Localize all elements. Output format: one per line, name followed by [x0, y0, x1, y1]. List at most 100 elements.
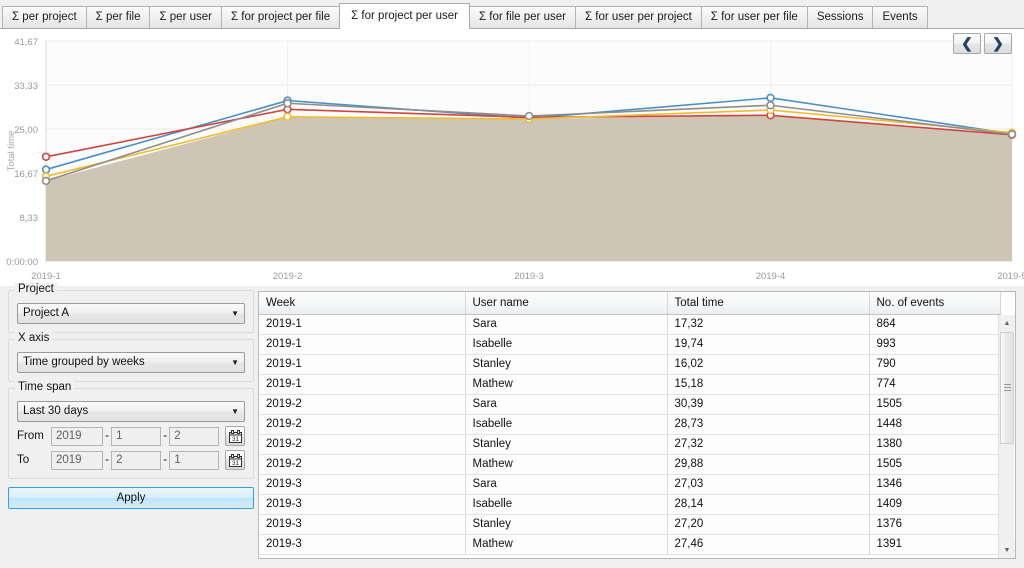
data-point[interactable] [283, 99, 292, 108]
chart-prev-button[interactable]: ❮ [953, 33, 981, 54]
data-point[interactable] [41, 165, 51, 174]
chevron-right-icon: ❯ [992, 35, 1004, 51]
total-time-line-chart[interactable]: 41,67 33,33 25,00 16,67 8,33 0:00:00 2019-1 201… [0, 29, 1024, 286]
cell: 2019-1 [259, 314, 466, 335]
apply-button-label: Apply [116, 492, 146, 504]
table-body: 2019-1 Sara 17,32 864 2019-1 Isabelle 19,74 993… [259, 314, 1001, 555]
date-separator: - [163, 430, 168, 442]
table-row[interactable]: 2019-1 Sara 17,32 864 [259, 314, 1001, 335]
cell: 30,39 [667, 394, 870, 415]
tab-label: Σ for project per file [230, 11, 331, 23]
to-calendar-button[interactable]: 31 [225, 450, 245, 470]
chevron-down-icon: ▼ [231, 309, 239, 318]
xaxis-select[interactable]: Time grouped by weeks ▼ [17, 352, 245, 373]
cell: 19,74 [667, 334, 870, 355]
data-point[interactable] [41, 152, 51, 161]
svg-text:31: 31 [232, 461, 239, 467]
table-row[interactable]: 2019-2 Mathew 29,88 1505 [259, 454, 1001, 475]
y-axis-tick-label: 16,67 [14, 169, 38, 180]
apply-button[interactable]: Apply [8, 487, 254, 509]
cell: 1380 [869, 434, 1001, 455]
from-calendar-button[interactable]: 31 [225, 426, 245, 446]
data-point[interactable] [41, 176, 51, 186]
table-row[interactable]: 2019-2 Stanley 27,32 1380 [259, 434, 1001, 455]
from-label: From [17, 430, 44, 442]
scroll-up-button[interactable]: ▲ [999, 315, 1015, 331]
project-legend: Project [15, 283, 57, 295]
timespan-legend: Time span [15, 381, 75, 393]
cell: 16,02 [667, 354, 870, 375]
from-day-input[interactable] [169, 426, 220, 446]
table-header-row: Week User name Total time No. of events [259, 292, 1001, 315]
cell: Mathew [465, 374, 668, 395]
cell: 2019-1 [259, 354, 466, 375]
column-header-2[interactable]: Total time [667, 292, 870, 315]
cell: Sara [465, 474, 668, 495]
column-header-0[interactable]: Week [259, 292, 466, 315]
x-axis-tick-label: 2019-4 [756, 271, 786, 282]
tab-6[interactable]: Σ for user per project [574, 6, 702, 28]
column-header-3[interactable]: No. of events [869, 292, 1001, 315]
column-header-1[interactable]: User name [465, 292, 668, 315]
tab-5[interactable]: Σ for file per user [468, 6, 576, 28]
date-separator: - [105, 430, 109, 442]
x-axis-tick-label: 2019-3 [514, 271, 544, 282]
tab-bar: Σ per project Σ per file Σ per user Σ for p… [0, 0, 1024, 29]
tab-4[interactable]: Σ for project per user [339, 3, 470, 29]
timespan-select-value: Last 30 days [23, 405, 89, 417]
table-row[interactable]: 2019-3 Sara 27,03 1346 [259, 474, 1001, 495]
data-point[interactable] [766, 93, 775, 103]
cell: 1448 [869, 414, 1001, 435]
table-row[interactable]: 2019-1 Mathew 15,18 774 [259, 374, 1001, 395]
to-day-input[interactable] [169, 450, 220, 470]
data-point[interactable] [283, 112, 292, 121]
cell: 1505 [869, 454, 1001, 475]
project-fieldset: Project Project A ▼ [8, 283, 254, 333]
chevron-left-icon: ❮ [961, 35, 973, 51]
scrollbar-thumb[interactable] [1000, 332, 1014, 444]
cell: 28,73 [667, 414, 870, 435]
table-row[interactable]: 2019-2 Isabelle 28,73 1448 [259, 414, 1001, 435]
tab-2[interactable]: Σ per user [149, 6, 222, 28]
table-vertical-scrollbar[interactable]: ▲ ▼ [998, 315, 1015, 558]
y-axis-tick-label: 41,67 [14, 37, 38, 48]
data-point[interactable] [1007, 130, 1017, 139]
cell: 2019-3 [259, 494, 466, 515]
project-select[interactable]: Project A ▼ [17, 303, 245, 324]
tab-3[interactable]: Σ for project per file [220, 6, 341, 28]
cell: Mathew [465, 454, 668, 475]
y-axis-tick-label: 0:00:00 [6, 257, 38, 268]
table-row[interactable]: 2019-1 Isabelle 19,74 993 [259, 334, 1001, 355]
tab-8[interactable]: Sessions [806, 6, 874, 28]
data-point[interactable] [524, 111, 534, 121]
tab-label: Σ for file per user [478, 11, 566, 23]
y-axis-title: Total time [6, 131, 17, 172]
to-year-input[interactable] [51, 450, 103, 470]
tab-7[interactable]: Σ for user per file [700, 6, 808, 28]
cell: Stanley [465, 354, 668, 375]
chart-next-button[interactable]: ❯ [984, 33, 1012, 54]
tab-1[interactable]: Σ per file [85, 6, 151, 28]
table-row[interactable]: 2019-1 Stanley 16,02 790 [259, 354, 1001, 375]
table-row[interactable]: 2019-3 Stanley 27,20 1376 [259, 514, 1001, 535]
from-year-input[interactable] [51, 426, 103, 446]
to-month-input[interactable] [111, 450, 162, 470]
cell: 2019-1 [259, 334, 466, 355]
scroll-down-button[interactable]: ▼ [999, 542, 1015, 558]
filter-controls: Project Project A ▼ X axis Time grouped … [8, 283, 254, 560]
cell: Sara [465, 314, 668, 335]
tab-9[interactable]: Events [872, 6, 928, 28]
tab-0[interactable]: Σ per project [2, 6, 87, 28]
timespan-select[interactable]: Last 30 days ▼ [17, 401, 245, 422]
table-row[interactable]: 2019-2 Sara 30,39 1505 [259, 394, 1001, 415]
cell: Sara [465, 394, 668, 415]
from-month-input[interactable] [111, 426, 162, 446]
table-row[interactable]: 2019-3 Mathew 27,46 1391 [259, 534, 1001, 555]
data-point[interactable] [766, 101, 775, 110]
table-row[interactable]: 2019-3 Isabelle 28,14 1409 [259, 494, 1001, 515]
cell: Mathew [465, 534, 668, 555]
cell: 1505 [869, 394, 1001, 415]
chart-panel: ❮ ❯ 41,67 33,33 25,00 16,67 8,33 0:00:00 2019-… [0, 29, 1024, 286]
cell: 17,32 [667, 314, 870, 335]
x-axis-tick-label: 2019-5 [997, 271, 1024, 282]
